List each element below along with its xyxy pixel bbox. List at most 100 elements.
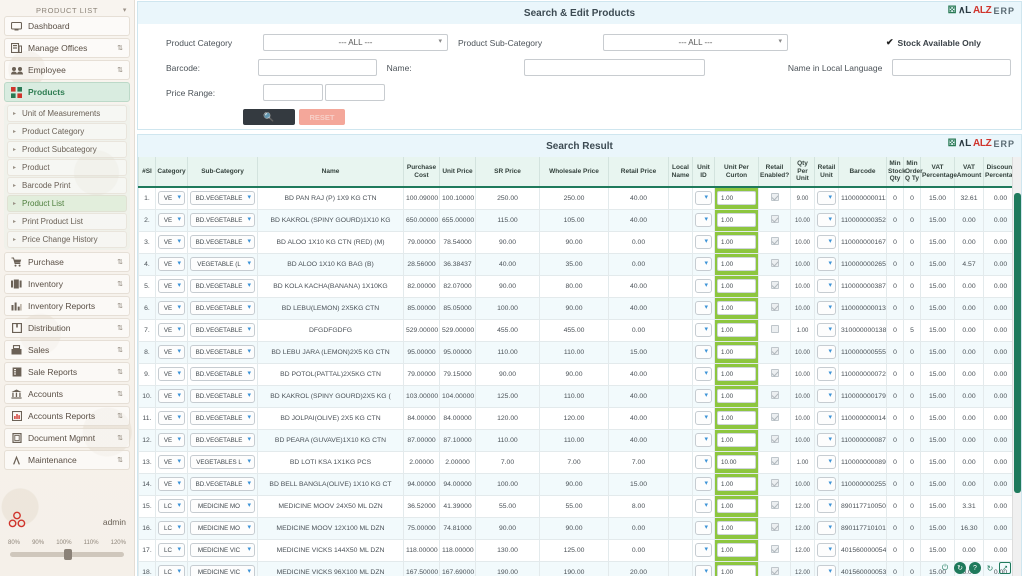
sidebar-item-maintenance[interactable]: Maintenance ⇅ xyxy=(4,450,130,470)
cell-sub-category[interactable]: BD.VEGETABLE ▾ xyxy=(187,472,258,496)
sidebar-item-employee[interactable]: Employee ⇅ xyxy=(4,60,130,80)
cell-unit-per-curton[interactable]: 1.00 xyxy=(714,296,759,320)
unit-per-curton-input[interactable]: 1.00 xyxy=(717,433,756,447)
cell-retail-enabled[interactable] xyxy=(758,274,791,298)
cell-retail-enabled[interactable] xyxy=(758,494,791,518)
sidebar-item-accounts-reports[interactable]: Accounts Reports ⇅ xyxy=(4,406,130,426)
table-row[interactable]: 1. VE ▾ BD.VEGETABLE ▾ BD PAN RAJ (P) 1X9 KG … xyxy=(138,186,1021,210)
unit-per-curton-input[interactable]: 1.00 xyxy=(717,565,756,576)
category-select[interactable]: VE ▾ xyxy=(158,213,185,227)
barcode-input[interactable] xyxy=(258,59,377,76)
cell-retail-unit[interactable]: ▾ xyxy=(814,274,839,298)
retail-enabled-checkbox[interactable] xyxy=(770,457,779,465)
category-select[interactable]: VE ▾ xyxy=(158,433,185,447)
col-qty-per-unit[interactable]: Qty Per Unit xyxy=(790,157,815,188)
cell-unit-per-curton[interactable]: 1.00 xyxy=(714,230,759,254)
sidebar-item-dashboard[interactable]: Dashboard xyxy=(4,16,130,36)
sub-category-select[interactable]: BD.VEGETABLE ▾ xyxy=(190,235,255,249)
retail-unit-select[interactable]: ▾ xyxy=(817,279,836,293)
cell-sub-category[interactable]: MEDICINE VIC ▾ xyxy=(187,538,258,562)
zoom-slider[interactable] xyxy=(8,549,126,560)
retail-unit-select[interactable]: ▾ xyxy=(817,389,836,403)
retail-enabled-checkbox[interactable] xyxy=(770,325,779,333)
category-select[interactable]: VE ▾ xyxy=(158,411,185,425)
cell-sub-category[interactable]: VEGETABLE (L ▾ xyxy=(187,252,258,276)
cell-unit-id[interactable]: ▾ xyxy=(692,472,715,496)
retail-enabled-checkbox[interactable] xyxy=(770,193,779,202)
retail-unit-select[interactable]: ▾ xyxy=(817,367,836,381)
unit-per-curton-input[interactable]: 1.00 xyxy=(717,499,756,513)
sidebar-item-accounts[interactable]: Accounts ⇅ xyxy=(4,384,130,404)
col-barcode[interactable]: Barcode xyxy=(838,157,887,188)
cell-category[interactable]: VE ▾ xyxy=(155,230,188,254)
expand-arrows-icon[interactable]: ⇅ xyxy=(117,280,123,288)
product-category-select[interactable]: --- ALL --- ▾ xyxy=(263,34,448,51)
col-min-order-qty[interactable]: Min Order Q Ty xyxy=(903,157,923,188)
cell-retail-unit[interactable]: ▾ xyxy=(814,252,839,276)
cell-sub-category[interactable]: VEGETABLES L ▾ xyxy=(187,450,258,474)
sub-category-select[interactable]: BD.VEGETABLE ▾ xyxy=(190,191,255,206)
retail-unit-select[interactable]: ▾ xyxy=(817,477,836,491)
cell-retail-unit[interactable]: ▾ xyxy=(814,208,839,232)
cell-retail-enabled[interactable] xyxy=(758,560,791,576)
col-min-stock-qty[interactable]: Min Stock Qty xyxy=(886,157,906,188)
retail-enabled-checkbox[interactable] xyxy=(770,369,779,377)
cell-category[interactable]: VE ▾ xyxy=(155,296,188,320)
unit-per-curton-input[interactable]: 1.00 xyxy=(717,521,756,535)
sidebar-subitem-barcode-print[interactable]: ▸ Barcode Print xyxy=(7,177,127,194)
unit-per-curton-input[interactable]: 1.00 xyxy=(717,411,756,425)
expand-arrows-icon[interactable]: ⇅ xyxy=(117,456,123,464)
cell-unit-per-curton[interactable]: 1.00 xyxy=(714,406,759,430)
table-row[interactable]: 12. VE ▾ BD.VEGETABLE ▾ BD PEARA (GUVAVE)1X10… xyxy=(138,428,1021,452)
retail-unit-select[interactable]: ▾ xyxy=(817,301,836,315)
cell-retail-enabled[interactable] xyxy=(758,340,791,364)
cell-unit-per-curton[interactable]: 1.00 xyxy=(714,560,759,576)
unit-per-curton-input[interactable]: 1.00 xyxy=(717,235,756,249)
cell-sub-category[interactable]: BD.VEGETABLE ▾ xyxy=(187,274,258,298)
cell-retail-unit[interactable]: ▾ xyxy=(814,340,839,364)
cell-unit-id[interactable]: ▾ xyxy=(692,318,715,342)
category-select[interactable]: VE ▾ xyxy=(158,323,185,337)
table-row[interactable]: 4. VE ▾ VEGETABLE (L ▾ BD ALOO 1X10 KG BAG (B… xyxy=(138,252,1021,276)
unit-per-curton-input[interactable]: 1.00 xyxy=(717,279,756,293)
unit-per-curton-input[interactable]: 1.00 xyxy=(717,345,756,359)
product-sub-category-select[interactable]: --- ALL --- ▾ xyxy=(603,34,788,51)
expand-arrows-icon[interactable]: ⇅ xyxy=(117,412,123,420)
col-vat-percentage[interactable]: VAT Percentage xyxy=(920,157,957,188)
cell-category[interactable]: LC ▾ xyxy=(155,516,188,540)
retail-unit-select[interactable]: ▾ xyxy=(817,323,836,337)
expand-arrows-icon[interactable]: ⇅ xyxy=(117,44,123,52)
table-row[interactable]: 2. VE ▾ BD.VEGETABLE ▾ BD KAKROL (SPINY GOURD… xyxy=(138,208,1021,232)
unit-id-select[interactable]: ▾ xyxy=(695,455,712,469)
expand-arrows-icon[interactable]: ⇅ xyxy=(117,302,123,310)
cell-category[interactable]: VE ▾ xyxy=(155,208,188,232)
cell-retail-enabled[interactable] xyxy=(758,428,791,452)
sidebar-item-purchase[interactable]: Purchase ⇅ xyxy=(4,252,130,272)
cell-unit-id[interactable]: ▾ xyxy=(692,208,715,232)
table-row[interactable]: 6. VE ▾ BD.VEGETABLE ▾ BD LEBU(LEMON) 2X5KG C… xyxy=(138,296,1021,320)
cell-unit-id[interactable]: ▾ xyxy=(692,428,715,452)
cell-unit-id[interactable]: ▾ xyxy=(692,252,715,276)
category-select[interactable]: VE ▾ xyxy=(158,455,185,469)
cell-unit-per-curton[interactable]: 1.00 xyxy=(714,208,759,232)
power-icon[interactable]: ⏻ xyxy=(939,562,951,574)
retail-unit-select[interactable]: ▾ xyxy=(817,543,836,557)
unit-id-select[interactable]: ▾ xyxy=(695,521,712,535)
sidebar-subitem-product-subcategory[interactable]: ▸ Product Subcategory xyxy=(7,141,127,158)
retail-enabled-checkbox[interactable] xyxy=(770,479,779,487)
retail-enabled-checkbox[interactable] xyxy=(770,237,779,245)
retail-enabled-checkbox[interactable] xyxy=(770,435,779,443)
price-max-input[interactable] xyxy=(325,84,385,101)
unit-id-select[interactable]: ▾ xyxy=(695,257,712,271)
cell-unit-per-curton[interactable]: 1.00 xyxy=(714,428,759,452)
cell-retail-enabled[interactable] xyxy=(758,406,791,430)
sidebar-item-products[interactable]: Products xyxy=(4,82,130,102)
cell-retail-unit[interactable]: ▾ xyxy=(814,494,839,518)
retail-enabled-checkbox[interactable] xyxy=(770,303,779,311)
expand-arrows-icon[interactable]: ⇅ xyxy=(117,324,123,332)
retail-enabled-checkbox[interactable] xyxy=(770,215,779,223)
cell-unit-id[interactable]: ▾ xyxy=(692,384,715,408)
name-input[interactable] xyxy=(524,59,705,76)
cell-retail-enabled[interactable] xyxy=(758,384,791,408)
cell-category[interactable]: VE ▾ xyxy=(155,318,188,342)
